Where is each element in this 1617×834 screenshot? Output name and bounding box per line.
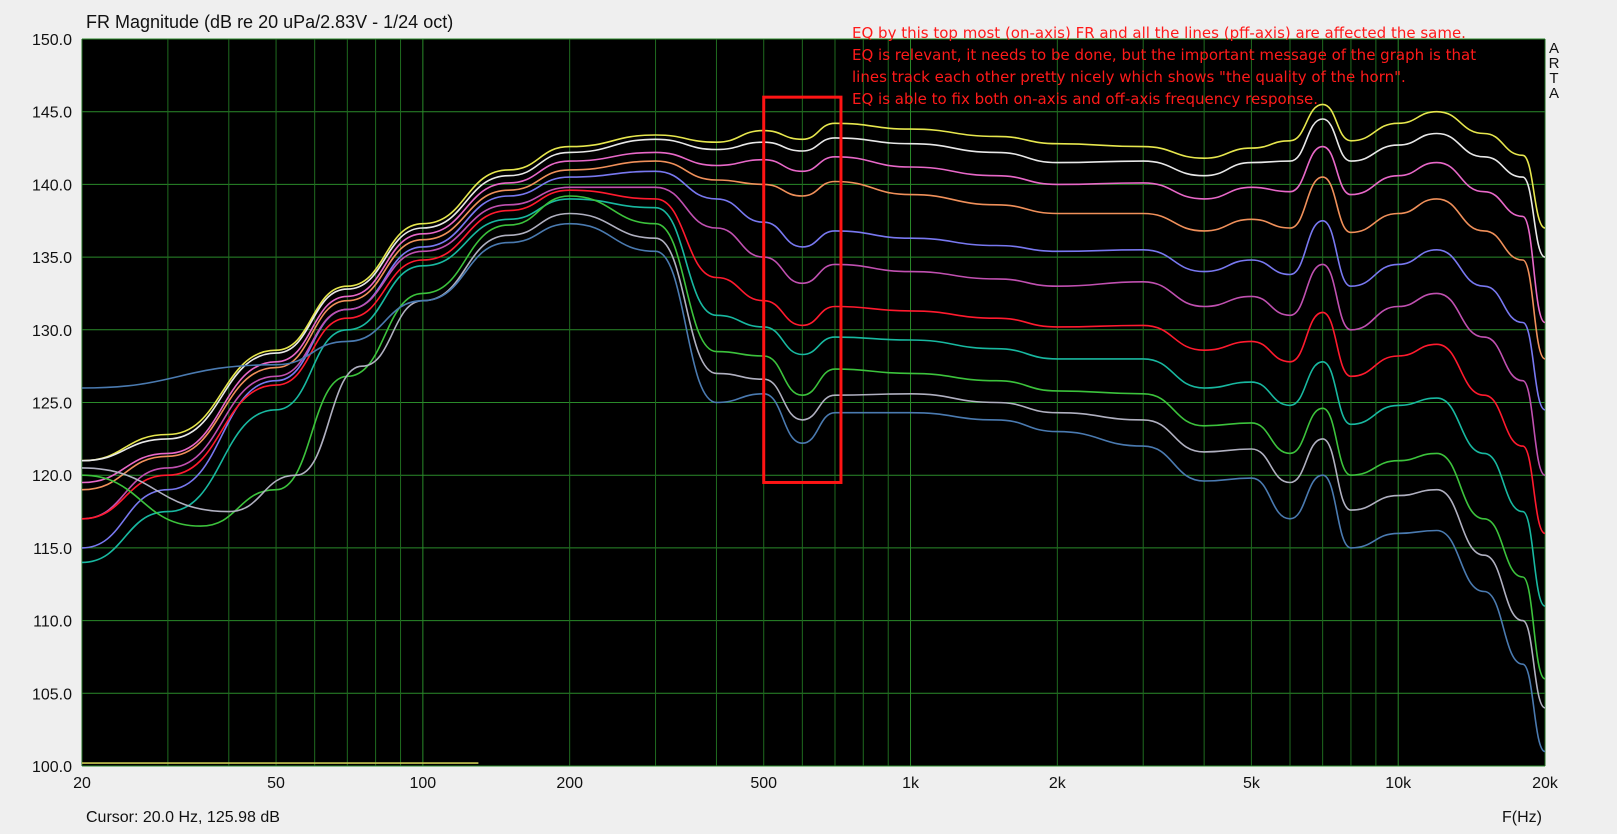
fr-magnitude-chart: FR Magnitude (dB re 20 uPa/2.83V - 1/24 …: [32, 12, 1560, 826]
x-axis-label: F(Hz): [1502, 809, 1542, 826]
x-tick-label: 1k: [902, 775, 920, 792]
y-tick-label: 110.0: [33, 614, 72, 631]
x-tick-label: 5k: [1243, 775, 1261, 792]
y-tick-label: 105.0: [32, 686, 72, 703]
x-tick-label: 100: [410, 775, 437, 792]
y-tick-label: 120.0: [32, 468, 72, 485]
x-axis-ticks: 20 50 100 200 500 1k 2k 5k 10k 20k: [73, 775, 1559, 792]
y-tick-label: 130.0: [32, 323, 72, 340]
y-tick-label: 135.0: [32, 250, 72, 267]
arta-letter: A: [1549, 85, 1559, 102]
annotation-line: EQ is able to fix both on-axis and off-a…: [852, 90, 1318, 108]
x-tick-label: 20k: [1532, 775, 1559, 792]
chart-title: FR Magnitude (dB re 20 uPa/2.83V - 1/24 …: [86, 12, 453, 32]
annotation-line: EQ is relevant, it needs to be done, but…: [852, 46, 1476, 64]
y-tick-label: 100.0: [32, 759, 72, 776]
x-tick-label: 200: [556, 775, 583, 792]
y-tick-label: 140.0: [32, 177, 72, 194]
cursor-readout: Cursor: 20.0 Hz, 125.98 dB: [86, 809, 280, 826]
annotation-line: lines track each other pretty nicely whi…: [852, 68, 1406, 86]
x-tick-label: 2k: [1049, 775, 1067, 792]
annotation-line: EQ by this top most (on-axis) FR and all…: [852, 24, 1466, 42]
y-tick-label: 150.0: [32, 32, 72, 49]
x-tick-label: 500: [750, 775, 777, 792]
x-tick-label: 50: [267, 775, 285, 792]
y-tick-label: 125.0: [32, 396, 72, 413]
arta-logo: ARTA: [1549, 40, 1560, 102]
y-tick-label: 145.0: [32, 105, 72, 122]
y-axis-ticks: 150.0 145.0 140.0 135.0 130.0 125.0 120.0 115.0…: [32, 32, 72, 776]
x-tick-label: 20: [73, 775, 91, 792]
x-tick-label: 10k: [1385, 775, 1412, 792]
y-tick-label: 115.0: [33, 541, 72, 558]
